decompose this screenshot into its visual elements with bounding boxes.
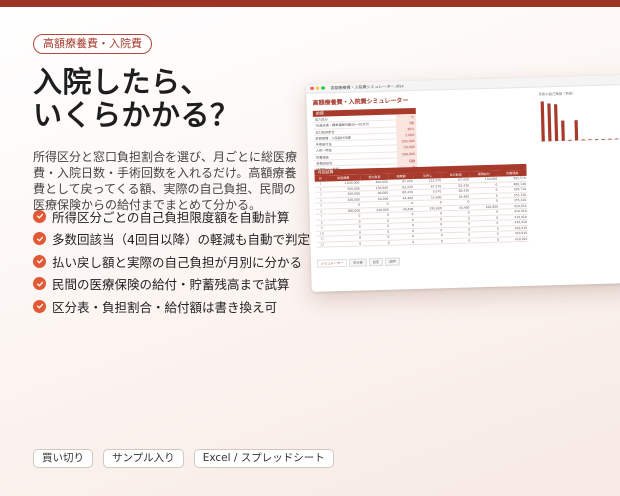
spreadsheet-preview: 高額療養費・入院費シミュレーター.xlsx 高額療養費・入院費シミュレーター 前…	[306, 74, 620, 292]
chart-caption: 月別の自己負担（月末）	[538, 90, 575, 96]
headline: 入院したら、 いくらかかる？	[33, 66, 240, 132]
sheet-tab[interactable]: 説明	[385, 257, 400, 266]
feature-item: 払い戻し額と実際の自己負担が月別に分かる	[33, 250, 310, 273]
table-cell[interactable]: 0	[471, 236, 500, 243]
chart-axis	[539, 139, 620, 142]
headline-line-1: 入院したら、	[33, 65, 211, 99]
input-value-cell[interactable]: 30%	[396, 126, 417, 133]
check-icon	[33, 277, 46, 291]
input-value-cell[interactable]: 5,000	[396, 132, 417, 139]
table-cell[interactable]: 12	[316, 241, 329, 248]
sheet-title: 高額療養費・入院費シミュレーター	[312, 97, 409, 107]
input-value-cell[interactable]: 自動	[397, 158, 418, 164]
sheet-tabs: シミュレーター 区分表 設定 説明	[316, 257, 400, 268]
badge-one-time-purchase: 買い切り	[33, 449, 93, 468]
chart-bar	[614, 138, 619, 140]
feature-list: 所得区分ごとの自己負担限度額を自動計算 多数回該当（4回目以降）の軽減も自動で判…	[33, 205, 310, 318]
chart-bar	[568, 139, 572, 141]
input-value-cell[interactable]: 3割	[396, 120, 417, 127]
feature-text: 多数回該当（4回目以降）の軽減も自動で判定	[52, 232, 310, 248]
top-accent-bar	[0, 0, 620, 7]
table-cell[interactable]: 0	[362, 239, 391, 246]
input-value-cell[interactable]: 500,000	[396, 151, 418, 158]
badge-format: Excel / スプレッドシート	[193, 449, 334, 468]
maximize-dot-icon	[321, 86, 325, 90]
monthly-cost-chart: 月別の自己負担（月末）	[538, 90, 620, 142]
chart-bar	[561, 120, 565, 141]
chart-bar	[553, 104, 559, 142]
chart-bar	[581, 139, 585, 141]
feature-text: 払い戻し額と実際の自己負担が月別に分かる	[52, 254, 303, 270]
chart-bar	[547, 103, 552, 142]
sheet-tab[interactable]: 区分表	[349, 258, 367, 267]
close-dot-icon	[310, 86, 314, 91]
results-panel: 月別試算 月総医療費 窓口負担 限度額 払戻し 自己負担 保険給付 貯蓄残高 1 1,000,…	[314, 163, 529, 248]
feature-text: 民間の医療保険の給付・貯蓄残高まで試算	[52, 277, 290, 293]
chart-bar	[574, 120, 579, 141]
feature-item: 民間の医療保険の給付・貯蓄残高まで試算	[33, 273, 310, 296]
input-value-cell[interactable]: 50,000	[396, 145, 417, 152]
chart-bar	[608, 138, 612, 140]
headline-line-2: いくらかかる？	[33, 98, 240, 132]
table-cell[interactable]: 0	[415, 238, 444, 245]
chart-bar	[601, 138, 605, 140]
results-table: 月総医療費 窓口負担 限度額 払戻し 自己負担 保険給付 貯蓄残高 1 1,000,000 30…	[314, 169, 529, 248]
table-cell[interactable]: 0	[327, 240, 363, 247]
table-cell[interactable]: 410,910	[499, 235, 529, 243]
feature-item: 区分表・負担割合・給付額は書き換え可	[33, 295, 310, 318]
chart-bar	[540, 101, 545, 142]
feature-text: 所得区分ごとの自己負担限度額を自動計算	[52, 209, 290, 225]
check-icon	[33, 209, 46, 223]
description: 所得区分と窓口負担割合を選び、月ごとに総医療費・入院日数・手術回数を入れるだけ。…	[33, 150, 298, 212]
window-title: 高額療養費・入院費シミュレーター.xlsx	[330, 82, 404, 90]
sheet-tab[interactable]: 設定	[368, 257, 384, 267]
feature-item: 多数回該当（4回目以降）の軽減も自動で判定	[33, 228, 310, 251]
check-icon	[33, 232, 46, 246]
minimize-dot-icon	[315, 86, 320, 90]
category-tag: 高額療養費・入院費	[33, 34, 152, 54]
check-icon	[33, 254, 46, 268]
input-value-cell[interactable]: ウ	[395, 113, 417, 120]
chart-bar	[588, 139, 592, 141]
table-cell[interactable]: 0	[443, 237, 472, 244]
badge-sample-included: サンプル入り	[103, 449, 184, 468]
table-cell[interactable]: 0	[390, 239, 416, 246]
check-icon	[33, 299, 46, 313]
sheet-tab[interactable]: シミュレーター	[316, 258, 348, 268]
badge-row: 買い切り サンプル入り Excel / スプレッドシート	[33, 449, 334, 468]
chart-bar	[594, 139, 599, 140]
feature-item: 所得区分ごとの自己負担限度額を自動計算	[33, 205, 310, 228]
input-value-cell[interactable]: 100,000	[396, 139, 417, 145]
feature-text: 区分表・負担割合・給付額は書き換え可	[52, 299, 278, 315]
